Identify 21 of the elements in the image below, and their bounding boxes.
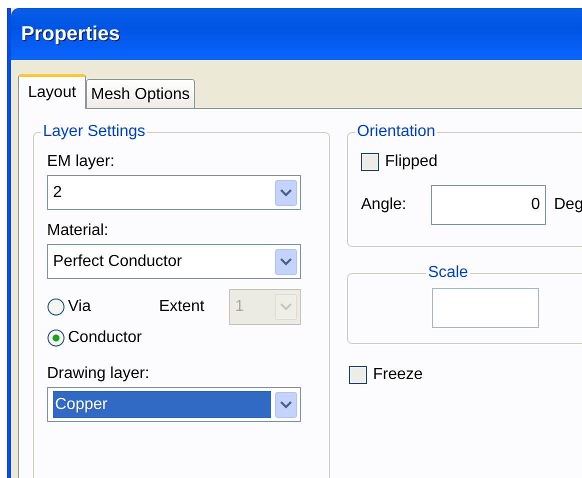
field-label: Angle:	[361, 196, 408, 214]
group-title: Orientation	[356, 123, 436, 141]
dropdown[interactable]: 2	[47, 175, 301, 210]
group-title: Layer Settings	[42, 123, 146, 141]
checkbox[interactable]: Flipped	[361, 153, 582, 171]
field-label: EM layer:	[47, 153, 116, 171]
dropdown[interactable]: Copper	[47, 387, 301, 422]
field-label: Material:	[47, 222, 110, 240]
field-label: Drawing layer:	[47, 365, 150, 383]
dropdown[interactable]: Perfect Conductor	[47, 244, 301, 279]
unit-label: Deg	[554, 196, 582, 214]
scale-field[interactable]	[432, 288, 539, 328]
tab[interactable]: Mesh Options	[86, 79, 195, 108]
checkbox[interactable]: Freeze	[349, 366, 582, 384]
tab[interactable]: Layout	[18, 74, 86, 109]
radio-button[interactable]: Conductor	[47, 329, 159, 347]
window-title: Properties	[21, 22, 120, 46]
field-label: Extent	[159, 298, 206, 316]
radio-button[interactable]: Via	[47, 298, 159, 316]
angle-field[interactable]: 0	[431, 185, 546, 225]
group-title: Scale	[427, 264, 470, 282]
